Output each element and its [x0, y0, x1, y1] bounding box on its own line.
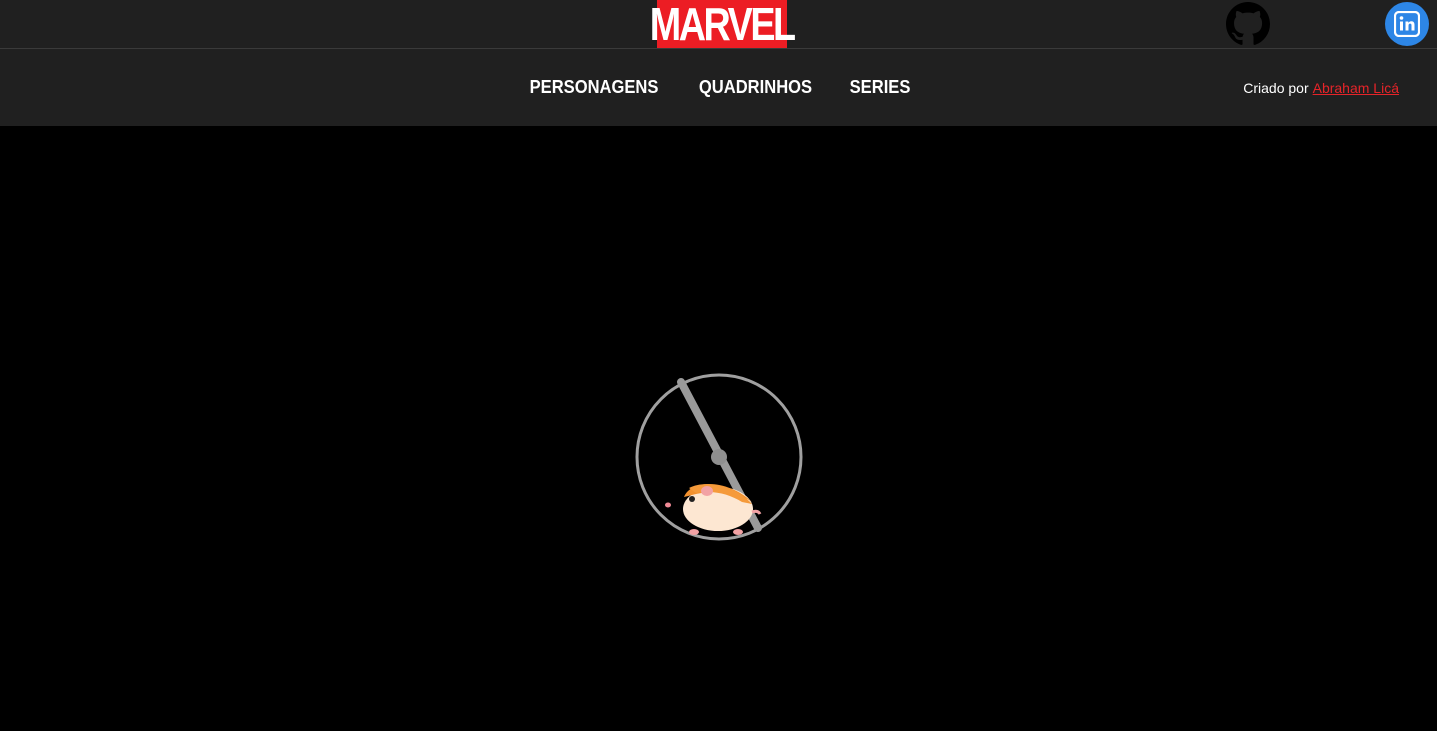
- creator-credit: Criado por Abraham Licá: [1243, 49, 1399, 126]
- creator-link[interactable]: Abraham Licá: [1313, 80, 1399, 96]
- linkedin-link[interactable]: [1385, 2, 1429, 46]
- nav-item-personagens[interactable]: PERSONAGENS: [530, 77, 659, 98]
- github-icon: [1226, 2, 1270, 45]
- nav-item-series[interactable]: SERIES: [850, 77, 911, 98]
- hamster-wheel-icon: [635, 373, 803, 541]
- nav-bar: PERSONAGENS QUADRINHOS SERIES Criado por…: [0, 49, 1437, 126]
- main-content: [0, 126, 1437, 731]
- nav-menu: PERSONAGENS QUADRINHOS SERIES: [0, 49, 1437, 126]
- nav-item-quadrinhos[interactable]: QUADRINHOS: [699, 77, 812, 98]
- marvel-logo[interactable]: MARVEL: [650, 0, 796, 48]
- github-link[interactable]: [1226, 2, 1270, 46]
- credit-prefix: Criado por: [1243, 79, 1309, 96]
- logo-text: MARVEL: [650, 0, 796, 50]
- top-header: MARVEL: [0, 0, 1437, 49]
- linkedin-icon: [1394, 11, 1420, 37]
